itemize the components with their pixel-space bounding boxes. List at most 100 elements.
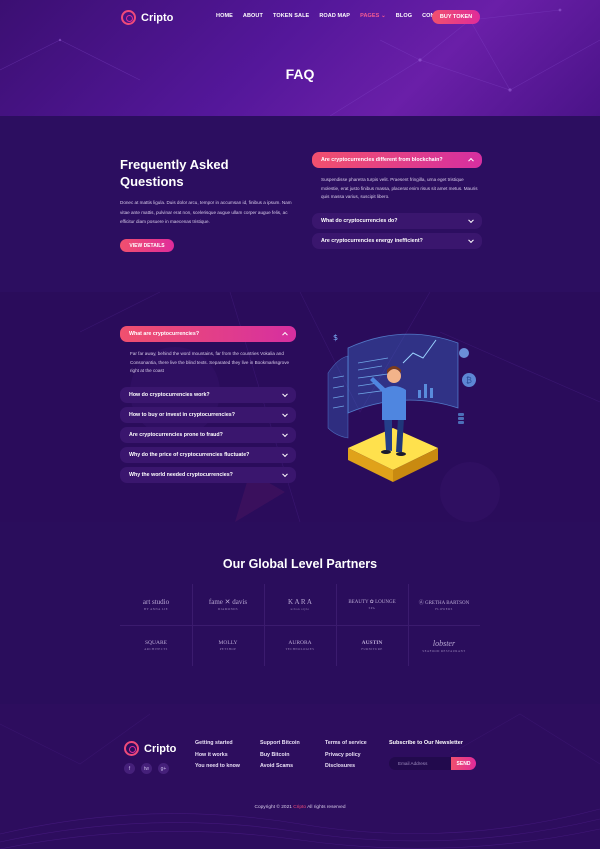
- buy-token-button[interactable]: BUY TOKEN: [432, 10, 480, 24]
- footer-link[interactable]: Terms of service: [325, 738, 367, 750]
- menu-item-home[interactable]: HOME: [216, 13, 233, 19]
- menu-item-pages[interactable]: PAGES ⌄: [360, 13, 386, 19]
- footer-link[interactable]: You need to know: [195, 761, 240, 773]
- bitcoin-background-graphic: [79, 292, 600, 522]
- accordion-question: Are cryptocurrencies different from bloc…: [321, 157, 443, 163]
- faq-intro-section: [0, 116, 600, 292]
- google-plus-icon[interactable]: g+: [158, 763, 169, 774]
- partner-logo[interactable]: AURORA TECHNOLOGIES: [264, 625, 336, 666]
- logo-text: Cripto: [141, 11, 174, 24]
- accordion-answer: Far far away, behind the word mountains,…: [130, 351, 290, 374]
- chevron-down-icon: [282, 471, 288, 478]
- partners-grid: art studio BY ANNA LIE fame ✕ davis DIAMON…: [120, 584, 480, 666]
- footer-link[interactable]: Getting started: [195, 738, 240, 750]
- accordion-item[interactable]: Why do the price of cryptocurrencies flu…: [120, 447, 296, 463]
- accordion-item[interactable]: Are cryptocurrencies prone to fraud?: [120, 427, 296, 443]
- accordion-question: Are cryptocurrencies prone to fraud?: [129, 432, 223, 438]
- chevron-up-icon: [282, 331, 288, 338]
- partner-logo[interactable]: art studio BY ANNA LIE: [120, 584, 192, 625]
- brand-logo[interactable]: Cripto: [121, 10, 173, 25]
- email-input[interactable]: Email Address: [389, 757, 451, 770]
- facebook-icon[interactable]: f: [124, 763, 135, 774]
- partner-subtitle: PETSHOP: [219, 647, 237, 651]
- copyright-brand-link[interactable]: Cripto: [293, 805, 306, 810]
- footer-links-col-2: Support Bitcoin Buy Bitcoin Avoid Scams: [260, 738, 300, 773]
- partner-logo[interactable]: fame ✕ davis DIAMONDS: [192, 584, 264, 625]
- partner-name: lobster: [432, 638, 456, 648]
- menu-item-token-sale[interactable]: TOKEN SALE: [273, 13, 309, 19]
- footer-link[interactable]: Privacy policy: [325, 750, 367, 762]
- accordion-item[interactable]: How to buy or invest in cryptocurrencies…: [120, 407, 296, 423]
- accordion-item[interactable]: Are cryptocurrencies different from bloc…: [312, 152, 482, 168]
- view-details-button[interactable]: VIEW DETAILS: [120, 239, 174, 252]
- accordion-item[interactable]: Why the world needed cryptocurrencies?: [120, 467, 296, 483]
- footer-link[interactable]: Disclosures: [325, 761, 367, 773]
- partner-logo[interactable]: K A R Aurban style: [264, 584, 336, 625]
- partner-name: BEAUTY ✿ LOUNGE: [348, 600, 396, 605]
- footer-logo[interactable]: Cripto: [124, 741, 176, 756]
- partner-logo[interactable]: MOLLY PETSHOP: [192, 625, 264, 666]
- partner-logo[interactable]: AUSTIN FURNITURE: [336, 625, 408, 666]
- dollar-icon: $: [333, 333, 338, 342]
- menu-item-road-map[interactable]: ROAD MAP: [319, 13, 350, 19]
- top-navigation: Cripto HOME ABOUT TOKEN SALE ROAD MAP PA…: [0, 0, 600, 34]
- main-menu: HOME ABOUT TOKEN SALE ROAD MAP PAGES ⌄ B…: [216, 13, 449, 19]
- accordion-item[interactable]: What are cryptocurrencies?: [120, 326, 296, 342]
- chevron-down-icon: [468, 217, 474, 224]
- footer-link[interactable]: How it works: [195, 750, 240, 762]
- faq-heading: Frequently Asked Questions: [120, 157, 229, 189]
- chevron-down-icon: [282, 431, 288, 438]
- menu-item-about[interactable]: ABOUT: [243, 13, 263, 19]
- chevron-down-icon: [468, 237, 474, 244]
- partner-name: Ⓐ GRETHA BARTSON: [418, 600, 470, 606]
- faq-intro-text: Donec at mattis ligula. Duis dolor arcu,…: [120, 200, 292, 225]
- accordion-question: Why do the price of cryptocurrencies flu…: [129, 452, 250, 458]
- partners-title: Our Global Level Partners: [222, 557, 378, 571]
- coin-icon: ₿: [458, 348, 476, 424]
- accordion-question: What are cryptocurrencies?: [129, 331, 200, 337]
- accordion-item[interactable]: What do cryptocurrencies do?: [312, 213, 482, 229]
- menu-item-pages-label: PAGES: [360, 13, 380, 19]
- partner-subtitle: SEAFOOD RESTAURANT: [422, 648, 466, 653]
- crypto-trader-illustration: ₿ $: [327, 333, 476, 482]
- chevron-down-icon: [282, 451, 288, 458]
- menu-item-blog[interactable]: BLOG: [396, 13, 412, 19]
- twitter-icon[interactable]: tw: [141, 763, 152, 774]
- partner-name: AUSTIN: [361, 640, 383, 646]
- accordion-item[interactable]: How do cryptocurrencies work?: [120, 387, 296, 403]
- copyright-suffix: All rights reserved: [306, 805, 346, 810]
- copyright-prefix: Copyright © 2021: [254, 805, 294, 810]
- partner-subtitle: TECHNOLOGIES: [285, 647, 315, 651]
- footer-link[interactable]: Avoid Scams: [260, 761, 300, 773]
- chevron-down-icon: [282, 411, 288, 418]
- partner-logo[interactable]: Ⓐ GRETHA BARTSON FLOWERS: [408, 584, 480, 625]
- send-button[interactable]: SEND: [451, 757, 476, 770]
- partner-logo[interactable]: SQUARE ARCHITECTS: [120, 625, 192, 666]
- chevron-down-icon: ⌄: [381, 13, 386, 19]
- platform: [348, 428, 438, 482]
- footer-link[interactable]: Buy Bitcoin: [260, 750, 300, 762]
- accordion-question: Why the world needed cryptocurrencies?: [129, 472, 233, 478]
- accordion-item[interactable]: Are cryptocurrencies energy inefficient?: [312, 233, 482, 249]
- logo-icon: [124, 741, 139, 756]
- chevron-down-icon: [282, 391, 288, 398]
- svg-text:₿: ₿: [466, 376, 472, 385]
- partner-name: SQUARE: [144, 640, 167, 646]
- partner-name: art studio: [142, 598, 170, 606]
- accordion-question: What do cryptocurrencies do?: [321, 218, 398, 224]
- footer-link[interactable]: Support Bitcoin: [260, 738, 300, 750]
- partner-logo[interactable]: BEAUTY ✿ LOUNGE SPA: [336, 584, 408, 625]
- newsletter-title: Subscribe to Our Newsletter: [389, 740, 463, 746]
- partner-subtitle: SPA: [368, 606, 376, 610]
- footer-links-col-1: Getting started How it works You need to…: [195, 738, 240, 773]
- logo-icon: [121, 10, 136, 25]
- partner-name: MOLLY: [218, 640, 238, 646]
- logo-text: Cripto: [144, 742, 177, 755]
- partner-subtitle: FURNITURE: [361, 647, 383, 651]
- accordion-question: How to buy or invest in cryptocurrencies…: [129, 412, 235, 418]
- wave-background: [0, 713, 600, 849]
- chevron-up-icon: [468, 157, 474, 164]
- partner-logo[interactable]: lobster SEAFOOD RESTAURANT: [408, 625, 480, 666]
- partner-name: fame ✕ davis: [208, 598, 248, 606]
- faq-section: [0, 292, 600, 522]
